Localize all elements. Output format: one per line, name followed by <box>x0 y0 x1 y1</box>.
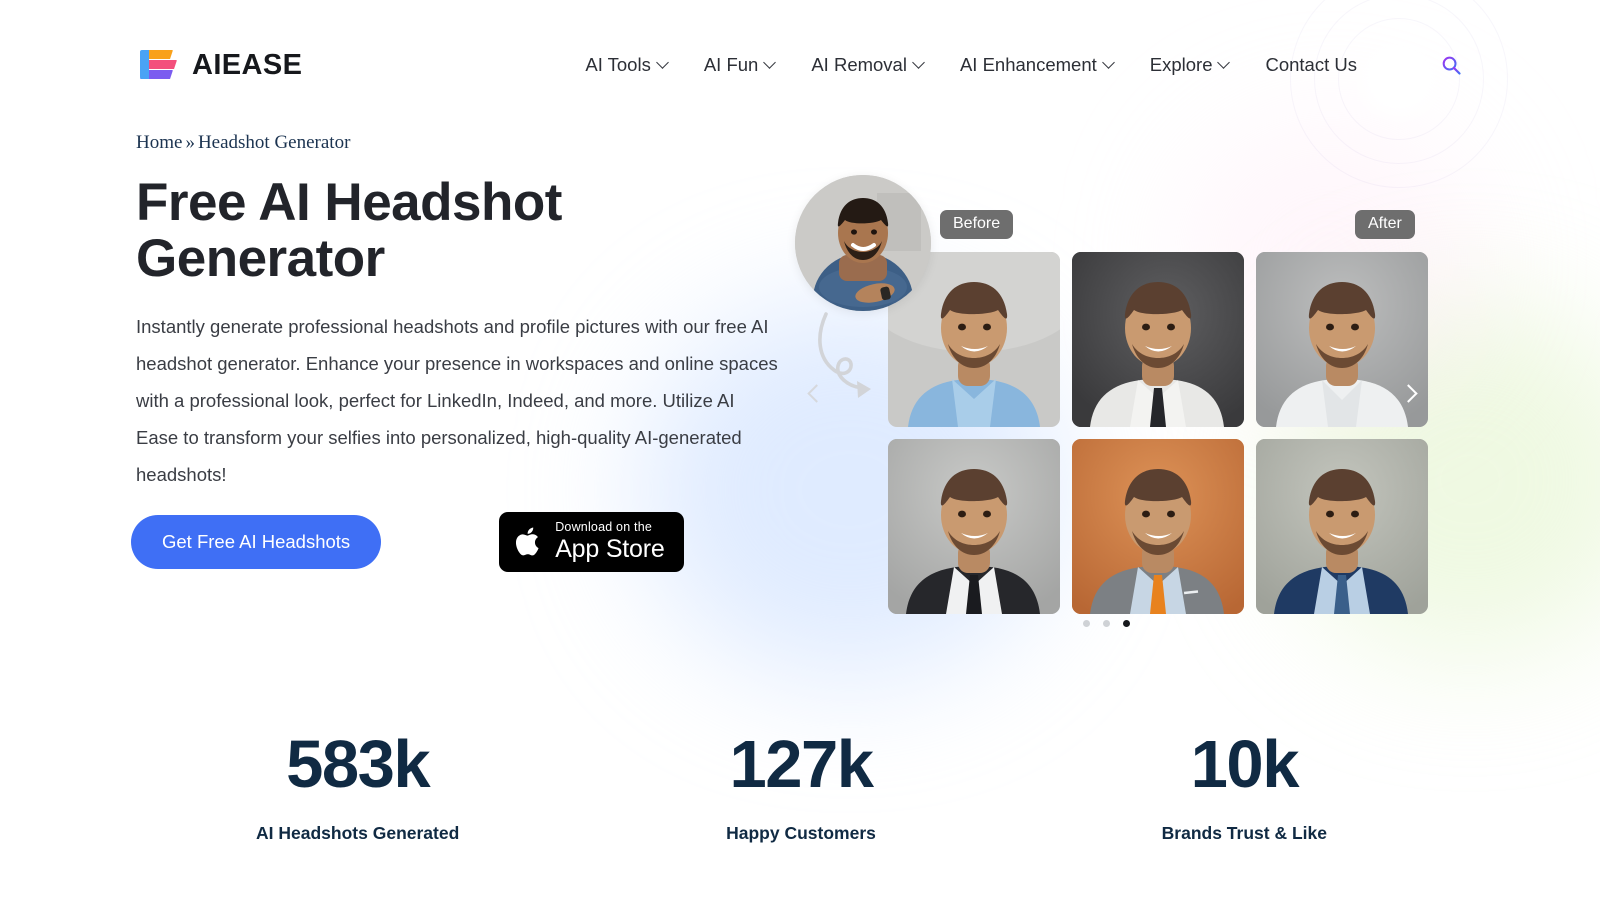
breadcrumb-current[interactable]: Headshot Generator <box>198 132 350 153</box>
nav-item-ai-enhancement[interactable]: AI Enhancement <box>959 54 1115 76</box>
stat-item: 127k Happy Customers <box>579 727 1022 844</box>
carousel-next-button[interactable] <box>1399 384 1428 413</box>
headshot-grid <box>888 252 1436 614</box>
stat-value: 10k <box>1190 727 1300 802</box>
chevron-down-icon <box>655 55 669 69</box>
headshot-cell[interactable] <box>1072 439 1244 614</box>
carousel-dots <box>1083 620 1130 627</box>
breadcrumb-home[interactable]: Home <box>136 132 182 153</box>
chevron-down-icon <box>912 55 925 69</box>
app-store-small-text: Download on the <box>555 520 653 534</box>
breadcrumb-separator: » <box>185 132 195 153</box>
hero-description: Instantly generate professional headshot… <box>136 316 778 485</box>
chevron-down-icon <box>1217 55 1231 69</box>
chevron-left-icon <box>807 384 826 403</box>
nav-item-ai-tools[interactable]: AI Tools <box>585 54 669 76</box>
stat-value: 127k <box>729 727 874 802</box>
brand-name: AIEASE <box>192 48 303 81</box>
nav-item-ai-removal[interactable]: AI Removal <box>811 54 925 76</box>
headshot-cell[interactable] <box>888 439 1060 614</box>
nav-label: AI Tools <box>585 54 651 75</box>
hero-actions: Get Free AI Headshots Download on the Ap… <box>131 512 684 572</box>
before-avatar <box>795 175 931 311</box>
headshot-cell[interactable] <box>1256 439 1428 614</box>
app-store-text: Download on the App Store <box>555 520 665 563</box>
nav-label: Explore <box>1149 54 1213 75</box>
nav-label: AI Enhancement <box>959 54 1097 75</box>
brand-logo[interactable]: AIEASE <box>136 48 302 82</box>
chevron-down-icon <box>1101 55 1115 69</box>
headshot-cell[interactable] <box>1072 252 1244 427</box>
carousel-dot[interactable] <box>1103 620 1110 627</box>
nav-item-explore[interactable]: Explore <box>1149 54 1231 76</box>
stat-value: 583k <box>286 727 431 802</box>
stat-label: Happy Customers <box>726 823 876 844</box>
page-title: Free AI Headshot Generator <box>136 173 562 289</box>
before-after-carousel: Before After <box>790 165 1450 640</box>
apple-icon <box>516 527 539 556</box>
stat-item: 10k Brands Trust & Like <box>1023 727 1466 844</box>
nav-label: Contact Us <box>1265 54 1357 75</box>
stats-section: 583k AI Headshots Generated 127k Happy C… <box>136 727 1466 844</box>
stat-item: 583k AI Headshots Generated <box>136 727 579 844</box>
chevron-right-icon <box>1399 384 1418 403</box>
carousel-dot[interactable] <box>1083 620 1090 627</box>
app-store-badge[interactable]: Download on the App Store <box>499 512 684 572</box>
get-free-ai-headshots-button[interactable]: Get Free AI Headshots <box>131 514 382 569</box>
nav-item-ai-fun[interactable]: AI Fun <box>703 54 777 76</box>
stat-label: AI Headshots Generated <box>256 823 460 844</box>
search-button[interactable] <box>1430 44 1472 86</box>
carousel-prev-button[interactable] <box>807 384 836 413</box>
after-badge: After <box>1355 210 1415 239</box>
page-root: AIEASE AI Tools AI Fun AI Removal AI Enh… <box>0 0 1600 900</box>
nav-item-contact-us[interactable]: Contact Us <box>1265 54 1357 76</box>
breadcrumb: Home» Headshot Generator <box>136 132 350 154</box>
carousel-dot-active[interactable] <box>1123 620 1130 627</box>
app-store-big-text: App Store <box>555 534 665 563</box>
nav-label: AI Fun <box>703 54 759 75</box>
search-icon <box>1442 56 1461 75</box>
stat-label: Brands Trust & Like <box>1161 823 1327 844</box>
aiease-logo-icon <box>136 48 180 82</box>
chevron-down-icon <box>763 55 777 69</box>
before-badge: Before <box>940 210 1014 239</box>
nav-label: AI Removal <box>811 54 907 75</box>
site-header: AIEASE AI Tools AI Fun AI Removal AI Enh… <box>0 0 1600 130</box>
main-navigation: AI Tools AI Fun AI Removal AI Enhancemen… <box>585 44 1472 86</box>
